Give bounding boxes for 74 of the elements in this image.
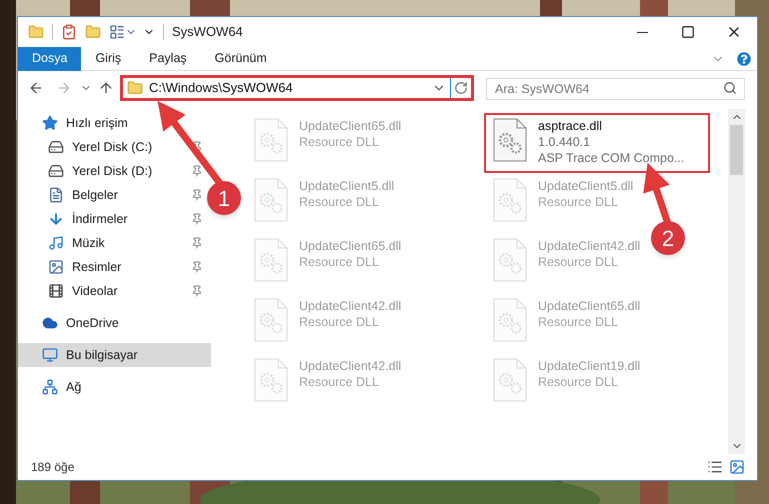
file-detail: Resource DLL xyxy=(299,134,380,150)
address-path: C:\Windows\SysWOW64 xyxy=(149,79,294,98)
drive-icon xyxy=(48,163,64,179)
up-icon[interactable] xyxy=(98,80,114,96)
file-gear-icon xyxy=(492,298,528,342)
file-name: UpdateClient42.dll xyxy=(299,358,402,374)
film-icon xyxy=(48,283,64,299)
file-detail: Resource DLL xyxy=(538,314,619,330)
file-detail: ASP Trace COM Compo... xyxy=(538,150,684,166)
search-field[interactable]: Ara: SysWOW64 xyxy=(486,78,745,100)
sidebar-item[interactable]: Videolar xyxy=(18,279,211,303)
address-bar[interactable]: C:\Windows\SysWOW64 xyxy=(120,75,474,101)
sidebar-item[interactable]: Hızlı erişim xyxy=(18,111,211,135)
network-icon xyxy=(42,379,58,395)
file-detail: Resource DLL xyxy=(538,374,619,390)
file-name: UpdateClient65.dll xyxy=(299,238,402,254)
refresh-icon[interactable] xyxy=(454,81,468,95)
file-name: UpdateClient42.dll xyxy=(299,298,402,314)
sidebar-item[interactable]: OneDrive xyxy=(18,311,211,335)
file-gear-icon xyxy=(253,178,289,222)
ribbon-tab[interactable]: Paylaş xyxy=(135,46,201,70)
file-detail: Resource DLL xyxy=(538,194,619,210)
help-icon[interactable] xyxy=(737,52,751,66)
file-name: UpdateClient5.dll xyxy=(299,178,394,194)
item-count: 189 öğe xyxy=(31,459,74,476)
scroll-thumb[interactable] xyxy=(730,125,743,175)
sidebar-item[interactable]: Yerel Disk (C:) xyxy=(18,135,211,159)
folder-icon xyxy=(127,80,143,96)
file-name: asptrace.dll xyxy=(538,118,603,134)
sidebar-item[interactable]: Müzik xyxy=(18,231,211,255)
large-icons-view-icon[interactable] xyxy=(729,459,745,475)
maximize-icon xyxy=(681,25,695,39)
file-detail: Resource DLL xyxy=(299,254,380,270)
properties-icon[interactable] xyxy=(61,24,77,40)
file-name: UpdateClient42.dll xyxy=(538,238,640,254)
file-gear-icon xyxy=(492,118,528,162)
cloud-icon xyxy=(42,315,58,331)
file-name: UpdateClient65.dll xyxy=(299,118,402,134)
file-name: UpdateClient5.dll xyxy=(538,178,634,194)
file-gear-icon xyxy=(492,178,528,222)
ribbon-tab[interactable]: Görünüm xyxy=(200,46,281,70)
download-icon xyxy=(48,211,64,227)
back-icon[interactable] xyxy=(28,80,44,96)
file-detail: Resource DLL xyxy=(299,194,380,210)
file-name: UpdateClient19.dll xyxy=(538,358,640,374)
file-detail: 1.0.440.1 xyxy=(538,134,592,150)
details-view-icon[interactable] xyxy=(707,459,723,475)
star-icon xyxy=(42,115,58,131)
document-icon xyxy=(48,187,64,203)
file-gear-icon xyxy=(253,298,289,342)
ribbon-tab[interactable]: Dosya xyxy=(18,46,82,70)
file-detail: Resource DLL xyxy=(299,374,380,390)
scrollbar[interactable] xyxy=(728,109,745,454)
ribbon-tab[interactable]: Giriş xyxy=(81,46,136,70)
file-name: UpdateClient65.dll xyxy=(538,298,640,314)
file-gear-icon xyxy=(253,358,289,402)
sidebar-item[interactable]: Ağ xyxy=(18,375,211,399)
sidebar-item[interactable]: Bu bilgisayar xyxy=(18,343,211,367)
file-detail: Resource DLL xyxy=(538,254,619,270)
music-icon xyxy=(48,235,64,251)
monitor-icon xyxy=(42,347,58,363)
file-gear-icon xyxy=(253,238,289,282)
search-icon xyxy=(723,81,737,95)
drive-icon xyxy=(48,139,64,155)
file-item[interactable]: asptrace.dll 1.0.440.1 ASP Trace COM Compo... xyxy=(484,113,710,173)
file-gear-icon xyxy=(492,358,528,402)
file-detail: Resource DLL xyxy=(299,314,380,330)
file-gear-icon xyxy=(253,118,289,162)
picture-icon xyxy=(48,259,64,275)
file-gear-icon xyxy=(492,238,528,282)
layout-icon[interactable] xyxy=(109,24,125,40)
window-title: SysWOW64 xyxy=(172,23,243,42)
sidebar-item[interactable]: Resimler xyxy=(18,255,211,279)
sidebar-item[interactable]: Yerel Disk (D:) xyxy=(18,159,211,183)
